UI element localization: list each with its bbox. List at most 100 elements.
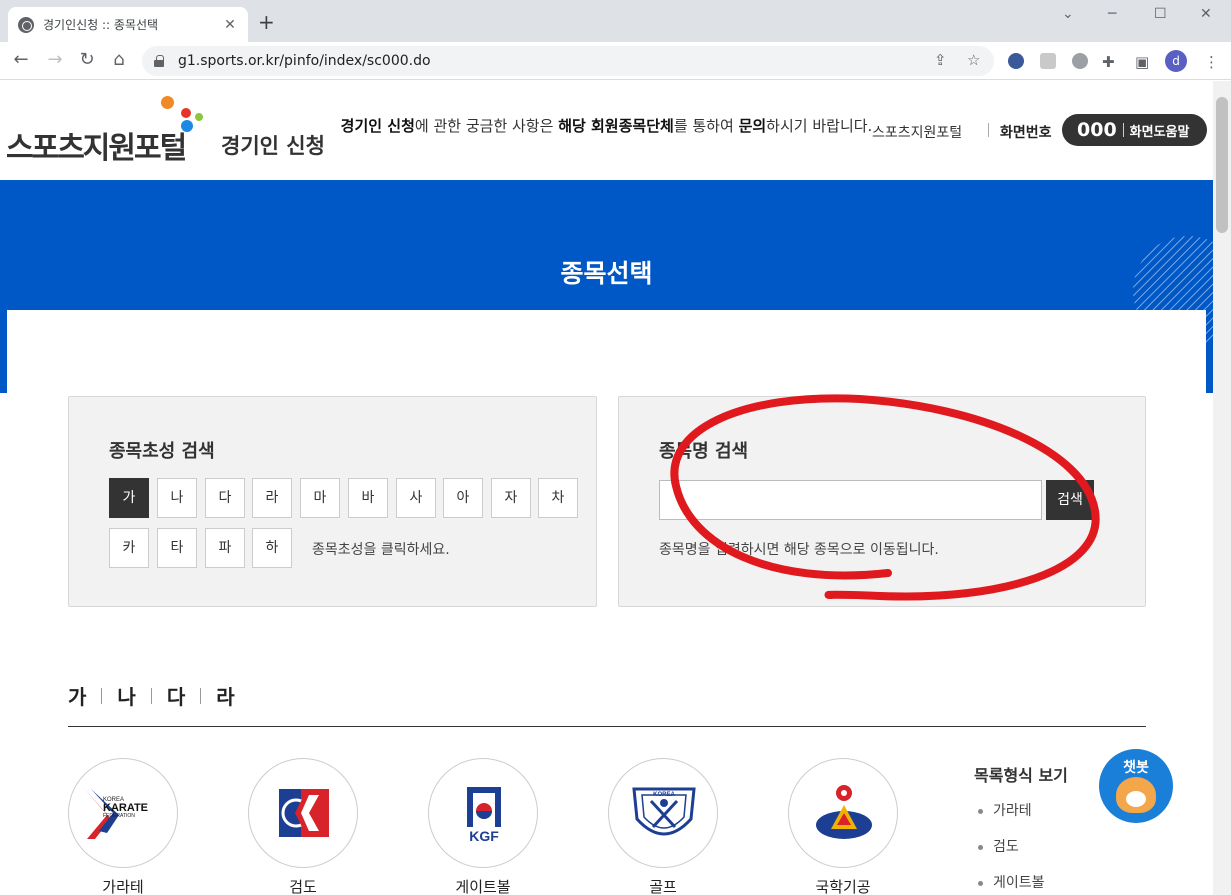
- list-item-label[interactable]: 검도: [993, 839, 1019, 855]
- sport-tile-golf[interactable]: KOREA 골프: [608, 758, 718, 895]
- list-view-title: 목록형식 보기: [974, 766, 1068, 785]
- tab-search-icon[interactable]: ⌄: [1062, 6, 1074, 22]
- back-icon[interactable]: ←: [10, 50, 32, 70]
- initial-button[interactable]: 차: [538, 478, 578, 518]
- minimize-icon[interactable]: ─: [1108, 6, 1116, 22]
- address-bar[interactable]: g1.sports.or.kr/pinfo/index/sc000.do ⇪ ☆: [142, 46, 994, 76]
- close-tab-icon[interactable]: ✕: [222, 17, 238, 33]
- initial-search-box: 종목초성 검색 가 나 다 라 마 바 사 아 자 차 카 타 파 하 종목초성…: [68, 396, 597, 607]
- share-icon[interactable]: ⇪: [934, 51, 947, 69]
- browser-toolbar: ← → ↻ ⌂ g1.sports.or.kr/pinfo/index/sc00…: [0, 42, 1231, 80]
- list-item-label[interactable]: 가라테: [993, 803, 1032, 819]
- initial-button[interactable]: 아: [443, 478, 483, 518]
- forward-icon[interactable]: →: [44, 50, 66, 70]
- list-item[interactable]: 검도: [978, 836, 1019, 856]
- bullet-icon: [978, 844, 983, 850]
- sport-name[interactable]: 골프: [608, 876, 718, 895]
- name-search-hint: 종목명을 입력하시면 해당 종목으로 이동됩니다.: [659, 542, 939, 558]
- list-item-label[interactable]: 게이트볼: [993, 875, 1045, 891]
- page-scrollbar[interactable]: [1213, 81, 1231, 895]
- sport-tile-gateball[interactable]: KGF 게이트볼: [428, 758, 538, 895]
- puzzle-icon[interactable]: ✚: [1102, 53, 1115, 71]
- extension-cast-icon[interactable]: [1040, 53, 1056, 69]
- home-icon[interactable]: ⌂: [108, 50, 130, 70]
- svg-text:KOREA: KOREA: [653, 792, 675, 798]
- reload-icon[interactable]: ↻: [76, 50, 98, 70]
- maximize-icon[interactable]: ☐: [1154, 6, 1167, 22]
- svg-text:FEDERATION: FEDERATION: [103, 813, 135, 819]
- globe-icon: [18, 16, 34, 33]
- menu-icon[interactable]: ⋮: [1204, 53, 1219, 71]
- inquiry-notice: 경기인 신청에 관한 궁금한 사항은 해당 회원종목단체를 통하여 문의하시기 …: [0, 115, 1213, 136]
- kendo-logo[interactable]: [248, 758, 358, 868]
- lock-icon[interactable]: [154, 55, 164, 67]
- web-page: 스포츠지원포털 경기인 신청 스포츠지원포털 화면번호 000 화면도움말 종목…: [0, 81, 1213, 895]
- initial-button[interactable]: 나: [157, 478, 197, 518]
- initial-button[interactable]: 하: [252, 528, 292, 568]
- index-divider: [101, 687, 103, 704]
- browser-tab[interactable]: 경기인신청 :: 종목선택 ✕: [8, 7, 248, 42]
- initial-button[interactable]: 자: [491, 478, 531, 518]
- sport-name[interactable]: 가라테: [68, 876, 178, 895]
- scrollbar-thumb[interactable]: [1216, 97, 1228, 233]
- index-divider: [200, 687, 202, 704]
- sport-name[interactable]: 검도: [248, 876, 358, 895]
- initial-button[interactable]: 다: [205, 478, 245, 518]
- gateball-logo-text: KGF: [469, 828, 499, 844]
- name-search-box: 종목명 검색 검색 종목명을 입력하시면 해당 종목으로 이동됩니다.: [618, 396, 1146, 607]
- list-item[interactable]: 가라테: [978, 800, 1032, 820]
- karate-logo[interactable]: KOREA KARATE FEDERATION: [68, 758, 178, 868]
- notice-strong-2: 해당 회원종목단체: [558, 117, 674, 135]
- notice-strong-1: 경기인 신청: [340, 117, 415, 135]
- initial-search-hint: 종목초성을 클릭하세요.: [312, 542, 450, 558]
- logo-dot-orange: [161, 96, 174, 109]
- new-tab-button[interactable]: +: [258, 12, 275, 32]
- sport-name[interactable]: 국학기공: [788, 876, 898, 895]
- sport-tile-karate[interactable]: KOREA KARATE FEDERATION 가라테: [68, 758, 178, 895]
- initial-button[interactable]: 마: [300, 478, 340, 518]
- side-panel-icon[interactable]: ▣: [1135, 53, 1149, 71]
- initial-search-title: 종목초성 검색: [109, 441, 215, 462]
- gukhak-gigong-logo[interactable]: [788, 758, 898, 868]
- extension-gear-icon[interactable]: [1072, 53, 1088, 69]
- url-text[interactable]: g1.sports.or.kr/pinfo/index/sc000.do: [178, 53, 431, 69]
- chatbot-button[interactable]: 챗봇: [1099, 749, 1173, 823]
- index-tab[interactable]: 라: [216, 681, 234, 710]
- bullet-icon: [978, 808, 983, 814]
- initial-button[interactable]: 타: [157, 528, 197, 568]
- index-tabs: 가 나 다 라: [68, 681, 235, 710]
- initial-button[interactable]: 가: [109, 478, 149, 518]
- browser-tab-strip: 경기인신청 :: 종목선택 ✕ + ⌄ ─ ☐ ✕: [0, 0, 1231, 42]
- sport-name[interactable]: 게이트볼: [428, 876, 538, 895]
- chatbot-mascot-icon: [1116, 777, 1156, 813]
- index-divider: [150, 687, 152, 704]
- extension-e-icon[interactable]: [1008, 53, 1024, 69]
- page-title: 종목선택: [560, 259, 653, 288]
- initial-button[interactable]: 라: [252, 478, 292, 518]
- profile-avatar[interactable]: d: [1165, 50, 1187, 72]
- notice-strong-3: 문의: [738, 117, 767, 135]
- sport-name-input[interactable]: [659, 480, 1042, 520]
- initial-button[interactable]: 사: [396, 478, 436, 518]
- index-tab[interactable]: 다: [167, 681, 185, 710]
- window-close-icon[interactable]: ✕: [1200, 6, 1212, 22]
- list-item[interactable]: 게이트볼: [978, 872, 1045, 892]
- sport-tile-gukhak-gigong[interactable]: 국학기공: [788, 758, 898, 895]
- initial-button[interactable]: 파: [205, 528, 245, 568]
- gateball-logo[interactable]: KGF: [428, 758, 538, 868]
- chatbot-label: 챗봇: [1123, 760, 1149, 776]
- notice-text-2: 를 통하여: [673, 117, 739, 135]
- bookmark-star-icon[interactable]: ☆: [967, 51, 980, 69]
- initial-button[interactable]: 바: [348, 478, 388, 518]
- initial-button[interactable]: 카: [109, 528, 149, 568]
- tab-title: 경기인신청 :: 종목선택: [43, 18, 159, 32]
- index-tab[interactable]: 가: [68, 681, 86, 710]
- golf-logo[interactable]: KOREA: [608, 758, 718, 868]
- search-button[interactable]: 검색: [1046, 480, 1094, 520]
- sport-tile-kendo[interactable]: 검도: [248, 758, 358, 895]
- name-search-title: 종목명 검색: [659, 441, 749, 462]
- notice-text-3: 하시기 바랍니다.: [766, 117, 873, 135]
- index-tab[interactable]: 나: [117, 681, 135, 710]
- bullet-icon: [978, 880, 983, 886]
- index-underline: [68, 726, 1146, 727]
